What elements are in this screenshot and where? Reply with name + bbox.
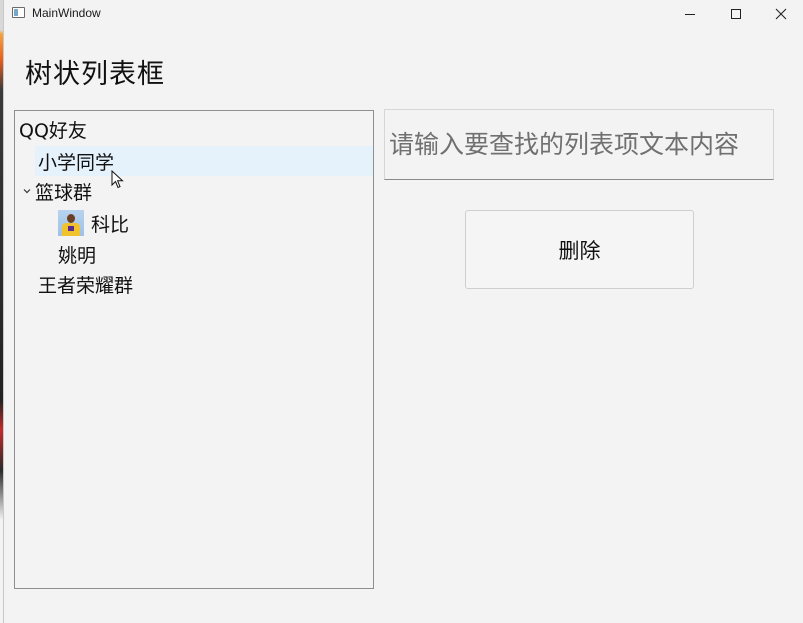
tree-widget[interactable]: QQ好友 小学同学 篮球群 科比 姚明 王者荣耀群 [14,110,374,589]
app-window-icon [12,7,25,18]
delete-button[interactable]: 删除 [465,210,694,289]
maximize-button[interactable] [713,0,759,28]
mouse-cursor-icon [111,170,124,189]
tree-item-label: 篮球群 [35,181,93,204]
chevron-down-icon[interactable] [19,186,35,196]
title-bar[interactable]: MainWindow [4,0,803,28]
tree-item-label: QQ好友 [19,119,87,142]
minimize-icon [685,14,695,15]
maximize-icon [731,9,741,19]
player-avatar-icon [58,210,84,236]
close-icon [775,8,787,20]
tree-item-honor-of-kings-group[interactable]: 王者荣耀群 [35,269,133,299]
tree-item-kobe[interactable]: 科比 [58,208,129,238]
tree-item-label: 王者荣耀群 [38,274,134,297]
tree-item-label: 科比 [91,213,130,236]
close-button[interactable] [758,0,803,28]
tree-item-classmates[interactable]: 小学同学 [35,146,373,176]
page-title: 树状列表框 [25,59,165,90]
tree-item-basketball-group[interactable]: 篮球群 [19,176,92,206]
tree-item-yao-ming[interactable]: 姚明 [58,239,96,269]
tree-item-root[interactable]: QQ好友 [19,114,87,144]
minimize-button[interactable] [667,0,713,28]
search-input[interactable] [384,109,774,180]
window-title: MainWindow [32,6,101,20]
tree-item-label: 小学同学 [38,151,115,174]
main-window: MainWindow 树状列表框 QQ好友 小学同学 篮球群 科比 姚明 王者荣… [3,0,803,623]
tree-item-label: 姚明 [58,244,97,267]
